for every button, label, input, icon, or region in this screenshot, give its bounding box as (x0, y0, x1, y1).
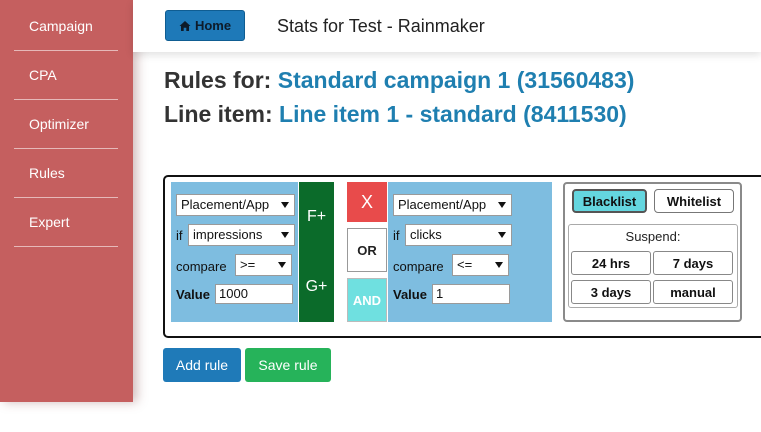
campaign-name: Standard campaign 1 (31560483) (277, 67, 635, 93)
suspend-label: Suspend: (625, 229, 681, 244)
line-item-name: Line item 1 - standard (8411530) (279, 101, 627, 127)
operator-select-1[interactable]: >= (235, 254, 292, 276)
chevron-down-icon (278, 262, 286, 268)
add-filter-button[interactable]: F+ (299, 182, 334, 252)
operator-select-2[interactable]: <= (452, 254, 509, 276)
chevron-down-icon (498, 202, 506, 208)
and-button[interactable]: AND (347, 278, 387, 322)
sidebar-item-cpa[interactable]: CPA (14, 51, 118, 100)
suspend-7days-button[interactable]: 7 days (653, 251, 733, 275)
operator-select-2-value: <= (457, 257, 473, 272)
chevron-down-icon (495, 262, 503, 268)
rules-heading-prefix: Rules for: (164, 67, 272, 93)
sidebar-item-rules[interactable]: Rules (14, 149, 118, 198)
suspend-24hrs-button[interactable]: 24 hrs (571, 251, 651, 275)
add-rule-button[interactable]: Add rule (163, 348, 241, 382)
operator-select-1-value: >= (240, 257, 256, 272)
value-label-1: Value (176, 287, 210, 302)
target-select-2[interactable]: Placement/App (393, 194, 512, 216)
metric-select-2[interactable]: clicks (405, 224, 512, 246)
home-button[interactable]: Home (165, 10, 245, 41)
save-rule-button[interactable]: Save rule (245, 348, 331, 382)
home-button-label: Home (194, 18, 232, 33)
suspend-manual-button[interactable]: manual (653, 280, 733, 304)
metric-select-1-value: impressions (193, 227, 263, 242)
chevron-down-icon (281, 202, 289, 208)
top-header: Home Stats for Test - Rainmaker (133, 0, 761, 52)
value-input-1[interactable]: 1000 (215, 284, 293, 304)
chevron-down-icon (498, 232, 506, 238)
rules-heading: Rules for: Standard campaign 1 (31560483… (164, 67, 634, 94)
target-select-1[interactable]: Placement/App (176, 194, 295, 216)
compare-label-1: compare (176, 259, 227, 274)
metric-select-2-value: clicks (410, 227, 442, 242)
value-input-2[interactable]: 1 (432, 284, 510, 304)
page-title: Stats for Test - Rainmaker (277, 16, 485, 36)
whitelist-button[interactable]: Whitelist (654, 189, 734, 213)
line-item-heading-prefix: Line item: (164, 101, 273, 127)
home-icon (179, 20, 191, 31)
sidebar: Campaign CPA Optimizer Rules Expert (0, 0, 133, 402)
metric-select-1[interactable]: impressions (188, 224, 295, 246)
sidebar-item-expert[interactable]: Expert (14, 198, 118, 247)
target-select-1-value: Placement/App (181, 197, 270, 212)
chevron-down-icon (281, 232, 289, 238)
or-button[interactable]: OR (347, 228, 387, 272)
target-select-2-value: Placement/App (398, 197, 487, 212)
line-item-heading: Line item: Line item 1 - standard (84115… (164, 101, 627, 128)
if-label-2: if (393, 228, 400, 243)
suspend-3days-button[interactable]: 3 days (571, 280, 651, 304)
compare-label-2: compare (393, 259, 444, 274)
value-label-2: Value (393, 287, 427, 302)
remove-condition-button[interactable]: X (347, 182, 387, 222)
add-group-button[interactable]: G+ (299, 252, 334, 322)
sidebar-item-optimizer[interactable]: Optimizer (14, 100, 118, 149)
page: Campaign CPA Optimizer Rules Expert Home… (0, 0, 761, 432)
blacklist-button[interactable]: Blacklist (572, 189, 647, 213)
if-label-1: if (176, 228, 183, 243)
sidebar-item-campaign[interactable]: Campaign (14, 2, 118, 51)
